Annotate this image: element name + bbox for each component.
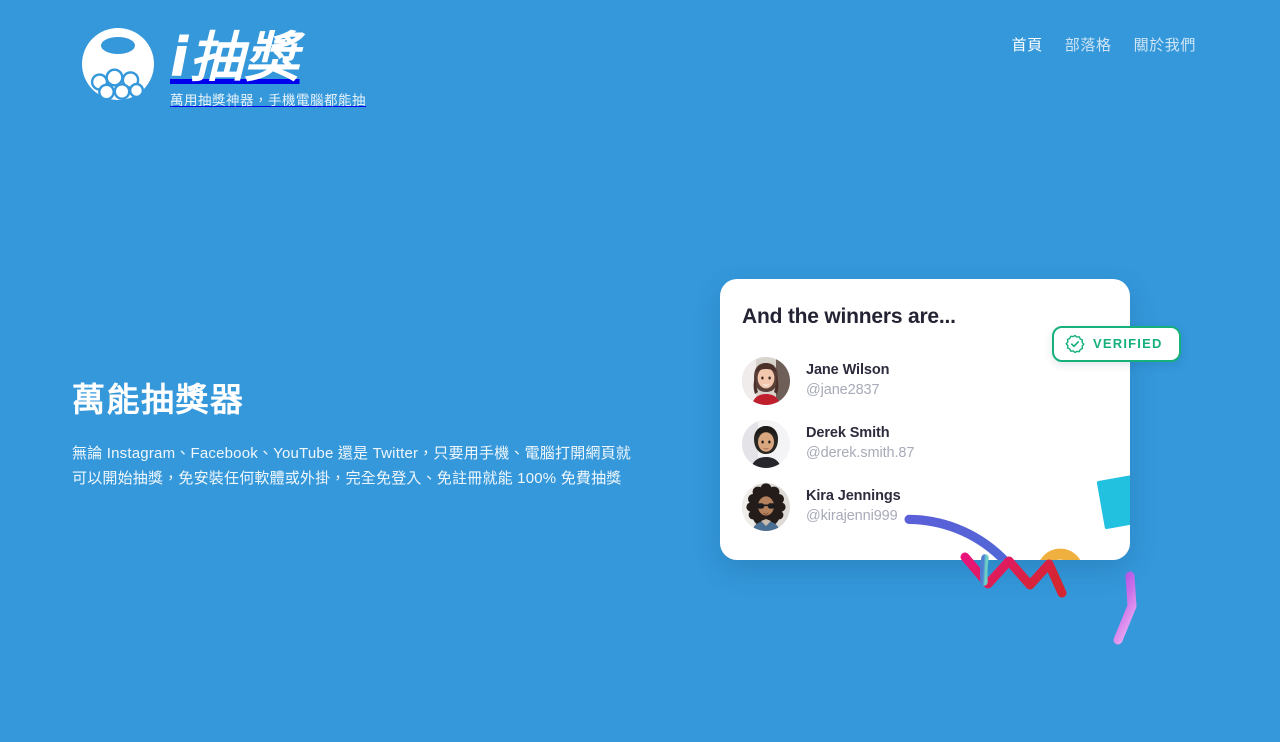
winner-name: Kira Jennings xyxy=(806,488,901,504)
nav-item-blog[interactable]: 部落格 xyxy=(1065,36,1112,56)
avatar-derek-smith xyxy=(742,419,790,468)
winner-handle: @jane2837 xyxy=(806,382,880,398)
nav-item-home[interactable]: 首頁 xyxy=(1012,36,1043,56)
winner-name: Jane Wilson xyxy=(806,362,890,378)
verified-label: VERIFIED xyxy=(1093,336,1163,351)
avatar-jane-wilson xyxy=(742,356,790,405)
winner-meta: Kira Jennings @kirajenni999 xyxy=(806,487,901,526)
site-header: i抽獎 萬用抽獎神器，手機電腦都能抽 首頁 部落格 關於我們 xyxy=(0,0,1280,140)
verified-badge: VERIFIED xyxy=(1052,326,1181,362)
brand-tagline: 萬用抽獎神器，手機電腦都能抽 xyxy=(170,93,366,108)
brand-text: i抽獎 萬用抽獎神器，手機電腦都能抽 xyxy=(170,22,366,110)
winner-row[interactable]: Derek Smith @derek.smith.87 xyxy=(742,412,1022,475)
brand-title: i抽獎 xyxy=(170,26,300,89)
lottery-ball-machine-icon xyxy=(78,24,158,104)
brand-logo-link[interactable]: i抽獎 萬用抽獎神器，手機電腦都能抽 xyxy=(78,22,366,110)
hero-section: 萬能抽獎器 無論 Instagram、Facebook、YouTube 還是 T… xyxy=(72,378,652,491)
winners-list: Jane Wilson @jane2837 Derek Smith @derek… xyxy=(742,349,1022,538)
winner-meta: Jane Wilson @jane2837 xyxy=(806,361,889,400)
winner-handle: @derek.smith.87 xyxy=(806,445,915,461)
winner-row[interactable]: Kira Jennings @kirajenni999 xyxy=(742,475,1022,538)
winner-handle: @kirajenni999 xyxy=(806,508,898,524)
nav-item-about[interactable]: 關於我們 xyxy=(1134,36,1196,56)
winner-row[interactable]: Jane Wilson @jane2837 xyxy=(742,349,1022,412)
winners-card-title: And the winners are... xyxy=(742,305,956,328)
avatar-kira-jennings xyxy=(742,482,790,531)
winners-illustration: And the winners are... Jane Wilson @jane… xyxy=(700,262,1200,645)
winners-card: And the winners are... Jane Wilson @jane… xyxy=(720,279,1130,560)
winner-name: Derek Smith xyxy=(806,425,890,441)
hero-description: 無論 Instagram、Facebook、YouTube 還是 Twitter… xyxy=(72,445,631,487)
verified-seal-check-icon xyxy=(1065,334,1085,354)
hero-title: 萬能抽獎器 xyxy=(72,381,245,418)
winner-meta: Derek Smith @derek.smith.87 xyxy=(806,424,914,463)
main-nav: 首頁 部落格 關於我們 xyxy=(1012,22,1196,56)
